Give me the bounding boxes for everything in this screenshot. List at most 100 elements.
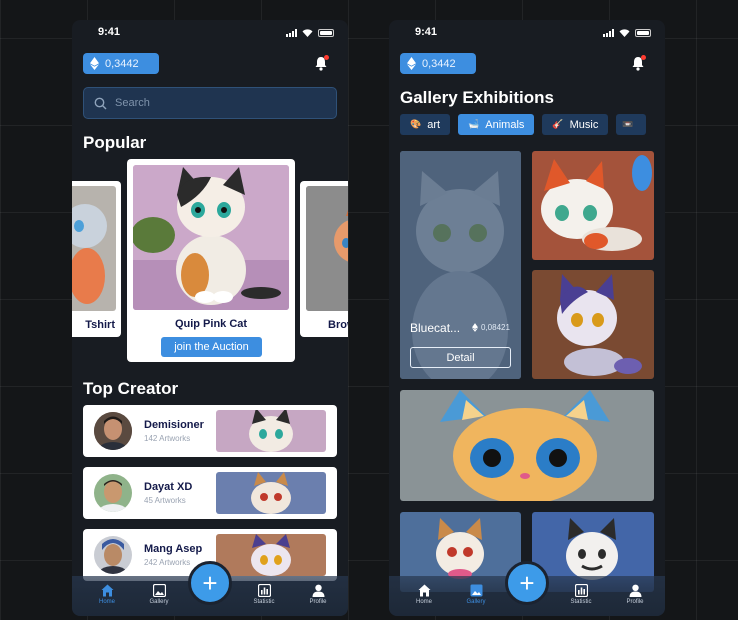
cat-artwork-image — [532, 270, 654, 379]
artwork-tile-wide[interactable] — [400, 390, 654, 501]
cat-artwork-image — [72, 186, 116, 311]
home-screen: 9:41 0,3442 Popular Tshirt — [72, 20, 348, 616]
notification-bell-icon[interactable] — [314, 55, 329, 71]
home-icon — [418, 584, 430, 597]
cat-artwork-image — [133, 165, 289, 310]
battery-icon — [318, 29, 334, 37]
featured-artwork[interactable]: Bluecat... 0,08421 Detail — [400, 151, 521, 379]
signal-icon — [603, 29, 614, 37]
status-bar: 9:41 — [389, 26, 665, 42]
featured-artwork-price: 0,08421 — [472, 323, 510, 332]
search-bar[interactable] — [83, 87, 337, 119]
status-bar: 9:41 — [72, 26, 348, 42]
wifi-icon — [619, 29, 630, 37]
battery-icon — [635, 29, 651, 37]
ethereum-icon — [407, 57, 416, 70]
status-time: 9:41 — [98, 26, 121, 38]
chip-label: Animals — [485, 118, 525, 131]
nav-home[interactable]: Home — [87, 584, 127, 605]
ethereum-icon — [90, 57, 99, 70]
gallery-icon — [470, 584, 482, 597]
wallet-balance-value: 0,3442 — [105, 57, 139, 70]
status-icons — [603, 29, 651, 37]
avatar — [94, 474, 132, 512]
bottom-nav: Home Gallery + Statistic Profile — [72, 561, 348, 616]
creator-artworks-count: 142 Artworks — [144, 434, 191, 443]
nav-label: Profile — [309, 599, 327, 605]
status-time: 9:41 — [415, 26, 438, 38]
wifi-icon — [302, 29, 313, 37]
detail-button[interactable]: Detail — [410, 347, 511, 368]
popular-card-brow[interactable]: Brow — [300, 181, 348, 337]
ethereum-icon — [472, 323, 478, 332]
search-icon — [94, 97, 107, 109]
creator-artwork-thumbnail — [216, 534, 326, 576]
artwork-tile[interactable] — [532, 151, 654, 260]
cat-artwork-image — [400, 151, 521, 379]
notification-badge — [641, 55, 646, 60]
nav-gallery[interactable]: Gallery — [139, 584, 179, 605]
bottom-nav: Home Gallery + Statistic Profile — [389, 561, 665, 616]
popular-card-quip-pink-cat[interactable]: Quip Pink Cat join the Auction — [127, 159, 295, 362]
nav-label: Gallery — [466, 599, 486, 605]
chip-more[interactable]: 📼 — [616, 114, 647, 135]
popular-title: Popular — [83, 133, 147, 152]
bathtub-icon: 🛁 — [468, 119, 480, 129]
chip-art[interactable]: 🎨 art — [400, 114, 451, 135]
creator-card[interactable]: Dayat XD 45 Artworks — [83, 467, 337, 519]
popular-card-label: Quip Pink Cat — [174, 318, 248, 330]
statistic-icon — [257, 584, 271, 597]
top-creator-title: Top Creator — [83, 379, 179, 398]
nav-home[interactable]: Home — [404, 584, 444, 605]
creator-name: Dayat XD — [144, 481, 193, 493]
cat-artwork-image — [400, 390, 654, 501]
chip-animals[interactable]: 🛁 Animals — [458, 114, 535, 135]
palette-icon: 🎨 — [410, 119, 422, 129]
notification-bell-icon[interactable] — [631, 55, 646, 71]
cat-artwork-image — [532, 151, 654, 260]
status-icons — [286, 29, 334, 37]
creator-card[interactable]: Demisioner 142 Artworks — [83, 405, 337, 457]
gallery-title: Gallery Exhibitions — [400, 88, 554, 107]
add-button[interactable]: + — [188, 561, 232, 605]
category-chips: 🎨 art 🛁 Animals 🎸 Music 📼 — [400, 114, 647, 135]
avatar — [94, 412, 132, 450]
creator-artworks-count: 45 Artworks — [144, 496, 186, 505]
video-icon: 📼 — [622, 119, 634, 129]
wallet-balance[interactable]: 0,3442 — [400, 53, 476, 74]
creator-artwork-thumbnail — [216, 410, 326, 452]
search-input[interactable] — [115, 97, 315, 109]
gallery-screen: 9:41 0,3442 Gallery Exhibitions 🎨 art 🛁 An… — [389, 20, 665, 616]
add-button[interactable]: + — [505, 561, 549, 605]
nav-label: Profile — [626, 599, 644, 605]
creator-name: Mang Asep — [144, 543, 203, 555]
featured-artwork-name: Bluecat... — [410, 321, 461, 335]
popular-card-tshirt[interactable]: Tshirt — [72, 181, 121, 337]
chip-label: Music — [569, 118, 599, 131]
creator-name: Demisioner — [144, 419, 204, 431]
wallet-balance-value: 0,3442 — [422, 57, 456, 70]
gallery-icon — [152, 584, 166, 597]
nav-statistic[interactable]: Statistic — [244, 584, 284, 605]
nav-label: Statistic — [253, 599, 275, 605]
nav-statistic[interactable]: Statistic — [561, 584, 601, 605]
home-icon — [101, 584, 113, 597]
popular-card-label: Brow — [328, 319, 348, 331]
nav-label: Gallery — [149, 599, 169, 605]
chip-music[interactable]: 🎸 Music — [542, 114, 609, 135]
featured-artwork-price-value: 0,08421 — [481, 323, 510, 332]
nav-gallery[interactable]: Gallery — [456, 584, 496, 605]
popular-card-label: Tshirt — [85, 319, 115, 331]
signal-icon — [286, 29, 297, 37]
nav-profile[interactable]: Profile — [615, 584, 655, 605]
creator-artwork-thumbnail — [216, 472, 326, 514]
wallet-balance[interactable]: 0,3442 — [83, 53, 159, 74]
profile-icon — [629, 584, 641, 597]
join-auction-button[interactable]: join the Auction — [161, 337, 262, 357]
nav-profile[interactable]: Profile — [298, 584, 338, 605]
nav-label: Home — [98, 599, 115, 605]
profile-icon — [312, 584, 324, 597]
nav-label: Home — [415, 599, 432, 605]
artwork-tile[interactable] — [532, 270, 654, 379]
nav-label: Statistic — [570, 599, 592, 605]
